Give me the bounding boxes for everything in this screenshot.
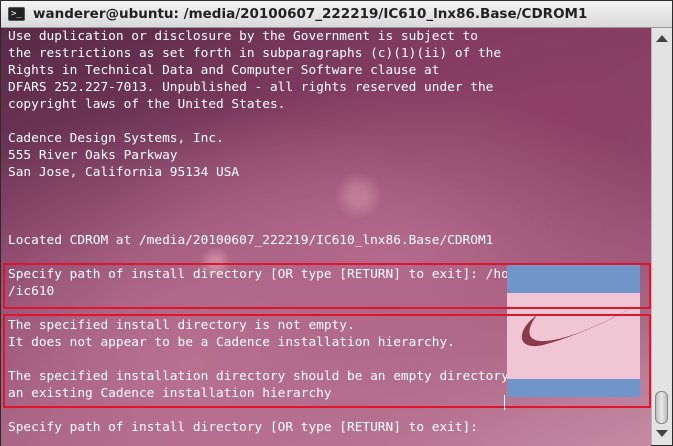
highlight-box-error-message [3,314,651,408]
terminal-line: Cadence Design Systems, Inc. [8,131,224,146]
window-title: wanderer@ubuntu: /media/20100607_222219/… [33,6,588,22]
terminal-line: Located CDROM at /media/20100607_222219/… [8,233,494,248]
scroll-down-arrow[interactable] [656,430,668,437]
scroll-thumb[interactable] [655,391,668,424]
scroll-up-arrow[interactable] [656,35,668,42]
vertical-scrollbar[interactable] [651,28,672,445]
terminal-window: >_ wanderer@ubuntu: /media/20100607_2222… [0,0,673,446]
terminal-line: Use duplication or disclosure by the Gov… [8,29,478,44]
terminal-icon: >_ [8,7,25,21]
terminal-line: the restrictions as set forth in subpara… [8,46,502,61]
terminal-line: Rights in Technical Data and Computer So… [8,63,440,78]
terminal-line: DFARS 252.227-7013. Unpublished - all ri… [8,80,494,95]
title-bar[interactable]: >_ wanderer@ubuntu: /media/20100607_2222… [1,1,672,28]
terminal-line: 555 River Oaks Parkway [8,148,178,163]
terminal-line: San Jose, California 95134 USA [8,165,240,180]
terminal-cursor [504,395,505,410]
highlight-box-install-path [3,263,651,309]
terminal-line: Specify path of install directory [OR ty… [8,420,486,435]
terminal-line: copyright laws of the United States. [8,97,286,112]
